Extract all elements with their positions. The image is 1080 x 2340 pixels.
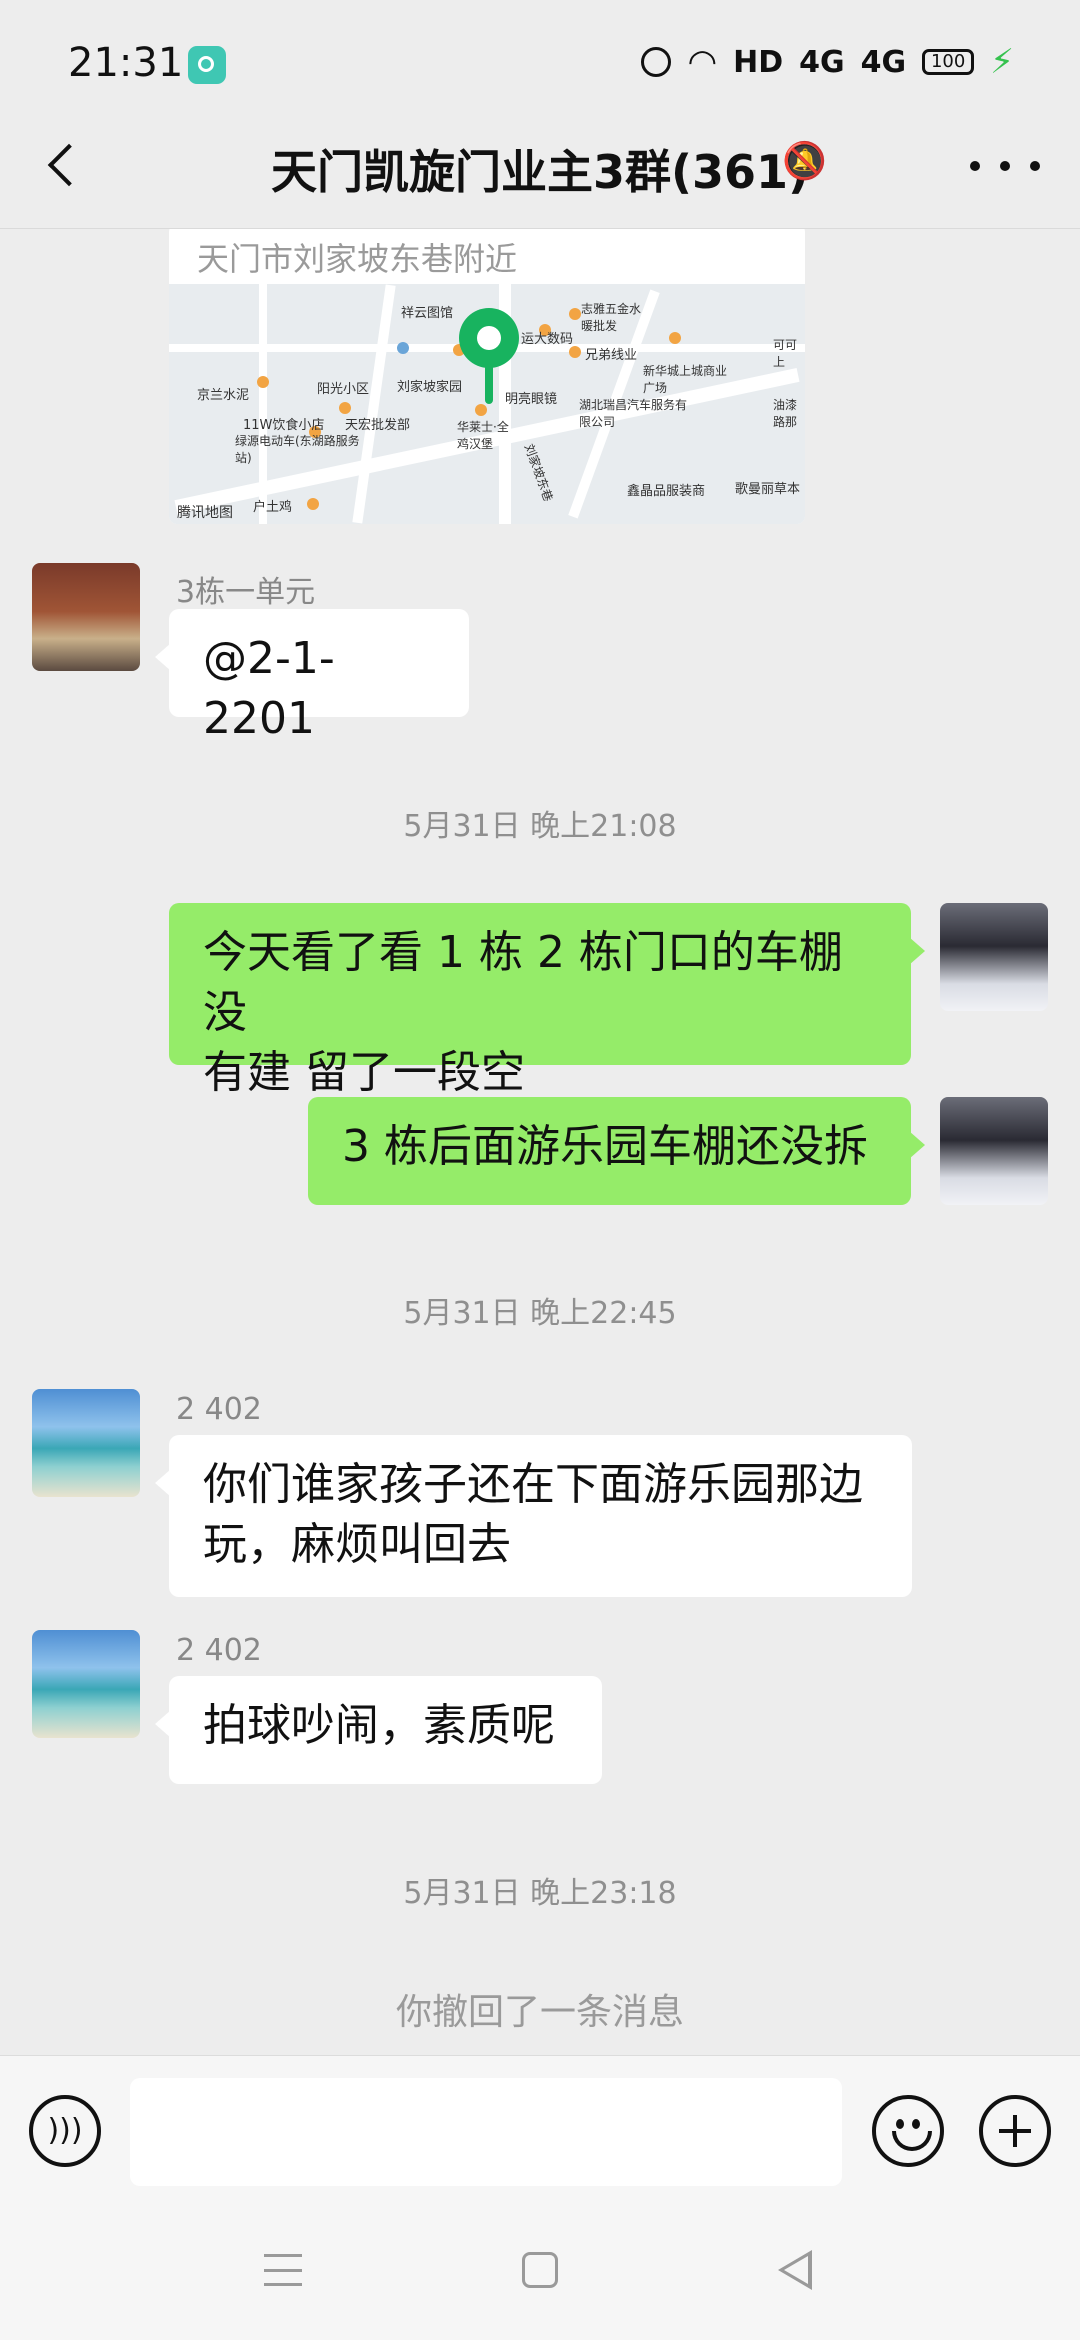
timestamp: 5月31日 晚上23:18 bbox=[403, 1876, 677, 1911]
add-more-icon[interactable] bbox=[979, 2095, 1051, 2167]
map-label: 志雅五金水暖批发 bbox=[581, 302, 642, 333]
avatar[interactable] bbox=[32, 1389, 140, 1497]
chat-message-list[interactable]: 天门市刘家坡东巷附近 祥云图馆 志雅五金水暖批发 运大数码 兄弟线业 新华城上城… bbox=[0, 229, 1080, 2055]
recalled-message-notice: 你撤回了一条消息 bbox=[395, 1992, 684, 2033]
sender-name: 3栋一单元 bbox=[176, 575, 316, 610]
my-avatar[interactable] bbox=[940, 903, 1048, 1011]
location-pin-icon bbox=[459, 308, 519, 368]
sender-name: 2 402 bbox=[176, 1392, 262, 1427]
mute-bell-icon: 🔕 bbox=[782, 141, 827, 182]
map-label: 祥云图馆 bbox=[401, 306, 454, 321]
map-label: 11W饮食小店 bbox=[243, 418, 325, 433]
location-message-card[interactable]: 天门市刘家坡东巷附近 祥云图馆 志雅五金水暖批发 运大数码 兄弟线业 新华城上城… bbox=[169, 229, 805, 524]
emoji-icon[interactable] bbox=[872, 2095, 944, 2167]
voice-input-icon[interactable]: ))) bbox=[29, 2095, 101, 2167]
map-label: 湖北瑞昌汽车服务有限公司 bbox=[579, 398, 688, 429]
map-label: 刘家坡家园 bbox=[397, 380, 463, 395]
menu-icon[interactable] bbox=[264, 2254, 302, 2286]
map-label: 绿源电动车(东湖路服务站) bbox=[235, 434, 360, 465]
battery-icon: 100 bbox=[922, 49, 975, 75]
map-preview: 祥云图馆 志雅五金水暖批发 运大数码 兄弟线业 新华城上城商业广场 可可上 京兰… bbox=[169, 284, 805, 524]
hd-indicator: HD bbox=[733, 44, 784, 80]
message-line: 今天看了看 1 栋 2 栋门口的车棚没 bbox=[203, 927, 843, 1038]
map-label: 京兰水泥 bbox=[197, 388, 250, 403]
message-line: 你们谁家孩子还在下面游乐园那边 bbox=[203, 1459, 863, 1510]
map-brand-label: 腾讯地图 bbox=[177, 505, 233, 521]
message-bubble-outgoing[interactable]: 3 栋后面游乐园车棚还没拆 bbox=[308, 1097, 925, 1205]
message-line: 玩，麻烦叫回去 bbox=[203, 1519, 511, 1570]
map-label: 新华城上城商业广场 bbox=[643, 364, 728, 395]
message-input[interactable] bbox=[130, 2078, 842, 2186]
avatar[interactable] bbox=[32, 563, 140, 671]
map-label: 兄弟线业 bbox=[585, 348, 638, 363]
map-label: 油漆路那 bbox=[773, 398, 798, 429]
chat-header: 天门凯旋门业主3群(361) 🔕 bbox=[0, 110, 1080, 229]
map-label: 天宏批发部 bbox=[345, 418, 411, 433]
message-line: 有建 留了一段空 bbox=[203, 1047, 525, 1098]
message-bubble-outgoing[interactable]: 今天看了看 1 栋 2 栋门口的车棚没 有建 留了一段空 bbox=[169, 903, 925, 1098]
input-bar: ))) bbox=[0, 2055, 1080, 2211]
signal-icon-2: 4G bbox=[860, 44, 907, 80]
charging-icon: ⚡ bbox=[990, 42, 1014, 82]
message-bubble[interactable]: @2-1-2201 bbox=[155, 609, 469, 744]
map-label: 运大数码 bbox=[521, 332, 574, 347]
location-pin-stem bbox=[485, 364, 493, 404]
message-bubble[interactable]: 你们谁家孩子还在下面游乐园那边 玩，麻烦叫回去 bbox=[155, 1435, 912, 1597]
map-label: 鑫晶品服装商 bbox=[627, 484, 706, 499]
map-label: 刘家坡东巷 bbox=[521, 442, 556, 504]
more-options-icon[interactable] bbox=[970, 136, 1040, 196]
map-label: 可可上 bbox=[773, 338, 798, 369]
alarm-icon bbox=[641, 47, 672, 77]
map-label: 华莱士·全鸡汉堡 bbox=[457, 420, 509, 451]
my-avatar[interactable] bbox=[940, 1097, 1048, 1205]
location-address: 天门市刘家坡东巷附近 bbox=[197, 240, 518, 278]
chat-title[interactable]: 天门凯旋门业主3群(361) bbox=[0, 136, 1080, 202]
back-triangle-icon[interactable] bbox=[778, 2250, 812, 2290]
home-icon[interactable] bbox=[522, 2252, 558, 2288]
sender-name: 2 402 bbox=[176, 1633, 262, 1668]
map-label: 歌曼丽草本 bbox=[735, 482, 801, 497]
timestamp: 5月31日 晚上22:45 bbox=[403, 1296, 677, 1331]
wifi-icon: ◠ bbox=[687, 42, 718, 82]
system-navigation-bar bbox=[0, 2210, 1080, 2340]
avatar[interactable] bbox=[32, 1630, 140, 1738]
app-notification-icon bbox=[188, 46, 226, 84]
map-label: 户土鸡 bbox=[253, 500, 293, 515]
status-icons: ◠ HD 4G 4G 100 ⚡ bbox=[641, 42, 1014, 82]
signal-icon: 4G bbox=[799, 44, 845, 80]
message-bubble[interactable]: 拍球吵闹，素质呢 bbox=[155, 1676, 602, 1784]
map-label: 明亮眼镜 bbox=[505, 392, 558, 407]
timestamp: 5月31日 晚上21:08 bbox=[403, 809, 677, 844]
status-time: 21:31 bbox=[68, 40, 184, 86]
map-label: 阳光小区 bbox=[317, 382, 370, 397]
